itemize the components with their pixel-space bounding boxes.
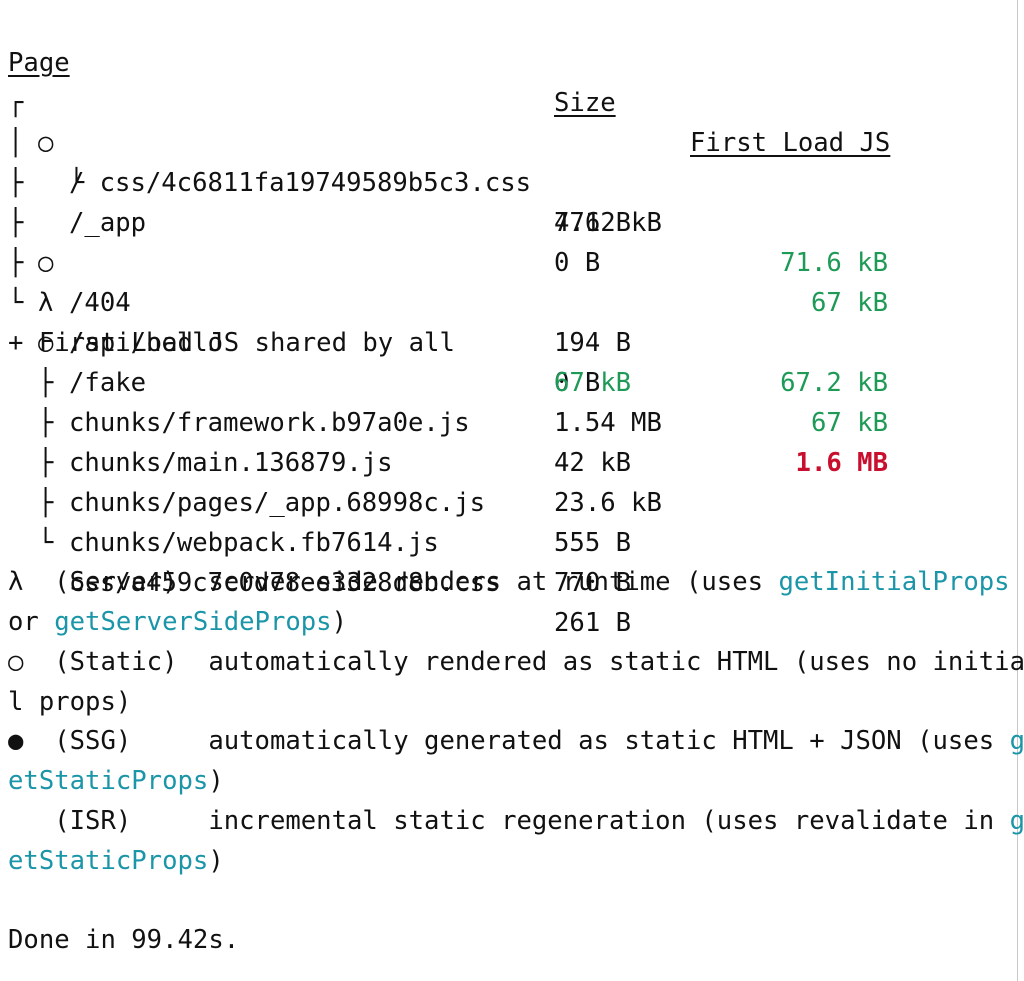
legend-server: λ (Server) server-side renders at runtim…: [8, 563, 1010, 603]
legend-ssg: ● (SSG) automatically generated as stati…: [8, 722, 1024, 762]
route-row: ├ λ /api/hello 0 B 67 kB: [0, 204, 1018, 438]
done-message: Done in 99.42s.: [8, 925, 240, 955]
legend-isr: (ISR) incremental static regeneration (u…: [8, 802, 1024, 842]
chunk-size: 261 B: [554, 607, 632, 638]
function-name: etStaticProps: [8, 766, 209, 796]
function-name: g: [1009, 726, 1024, 756]
chunk-row: ├ chunks/pages/_app.68998c.js 555 B: [0, 404, 1018, 558]
legend-text: (ISR) incremental static regeneration (u…: [8, 806, 1010, 836]
function-name: getServerSideProps: [54, 607, 332, 637]
legend-text: or: [8, 607, 55, 637]
function-name: getInitialProps: [778, 567, 1010, 597]
chunk-size: 555 B: [554, 527, 632, 558]
chunk-row: ├ chunks/main.136879.js 23.6 kB: [0, 364, 1018, 518]
legend-static-cont: l props): [8, 683, 131, 723]
legend-isr-cont: etStaticProps): [8, 842, 224, 882]
legend-ssg-cont: etStaticProps): [8, 762, 224, 802]
shared-row: + First Load JS shared by all 67 kB: [0, 284, 1018, 398]
legend-text: λ (Server) server-side renders at runtim…: [8, 567, 779, 597]
function-name: etStaticProps: [8, 846, 209, 876]
table-header: Page Size First Load JS: [0, 4, 1018, 158]
route-row: └ ○ /fake 1.54 MB 1.6 MB: [0, 244, 1018, 478]
legend-server-cont: or getServerSideProps): [8, 603, 347, 643]
route-row: ├ ○ /404 194 B 67.2 kB: [0, 164, 1018, 398]
chunk-row: └ css/a459c7c0d78ee3328d8b.css 261 B: [0, 484, 1018, 638]
function-name: g: [1009, 806, 1024, 836]
chunk-row: ├ chunks/webpack.fb7614.js 770 B: [0, 444, 1018, 598]
legend-text: ): [208, 766, 224, 796]
route-row: │ └ css/4c6811fa19749589b5c3.css 771 B: [0, 84, 1018, 238]
legend-text: ● (SSG) automatically generated as stati…: [8, 726, 1010, 756]
route-row: ├ /_app 0 B 67 kB: [0, 124, 1018, 318]
legend-text: l props): [8, 687, 132, 717]
route-row: ┌ ○ / 4.62 kB 71.6 kB: [0, 44, 1018, 278]
tree-branch: └: [38, 527, 54, 558]
legend-text: ○ (Static) automatically rendered as sta…: [8, 647, 1024, 677]
legend-static: ○ (Static) automatically rendered as sta…: [8, 643, 1024, 683]
legend-text: ): [331, 607, 348, 637]
legend-text: ): [208, 846, 224, 876]
terminal-output: Page Size First Load JS ┌ ○ / 4.62 kB 71…: [0, 0, 1024, 981]
chunk-name: chunks/webpack.fb7614.js: [69, 527, 439, 558]
chunk-row: ├ chunks/framework.b97a0e.js 42 kB: [0, 324, 1018, 478]
